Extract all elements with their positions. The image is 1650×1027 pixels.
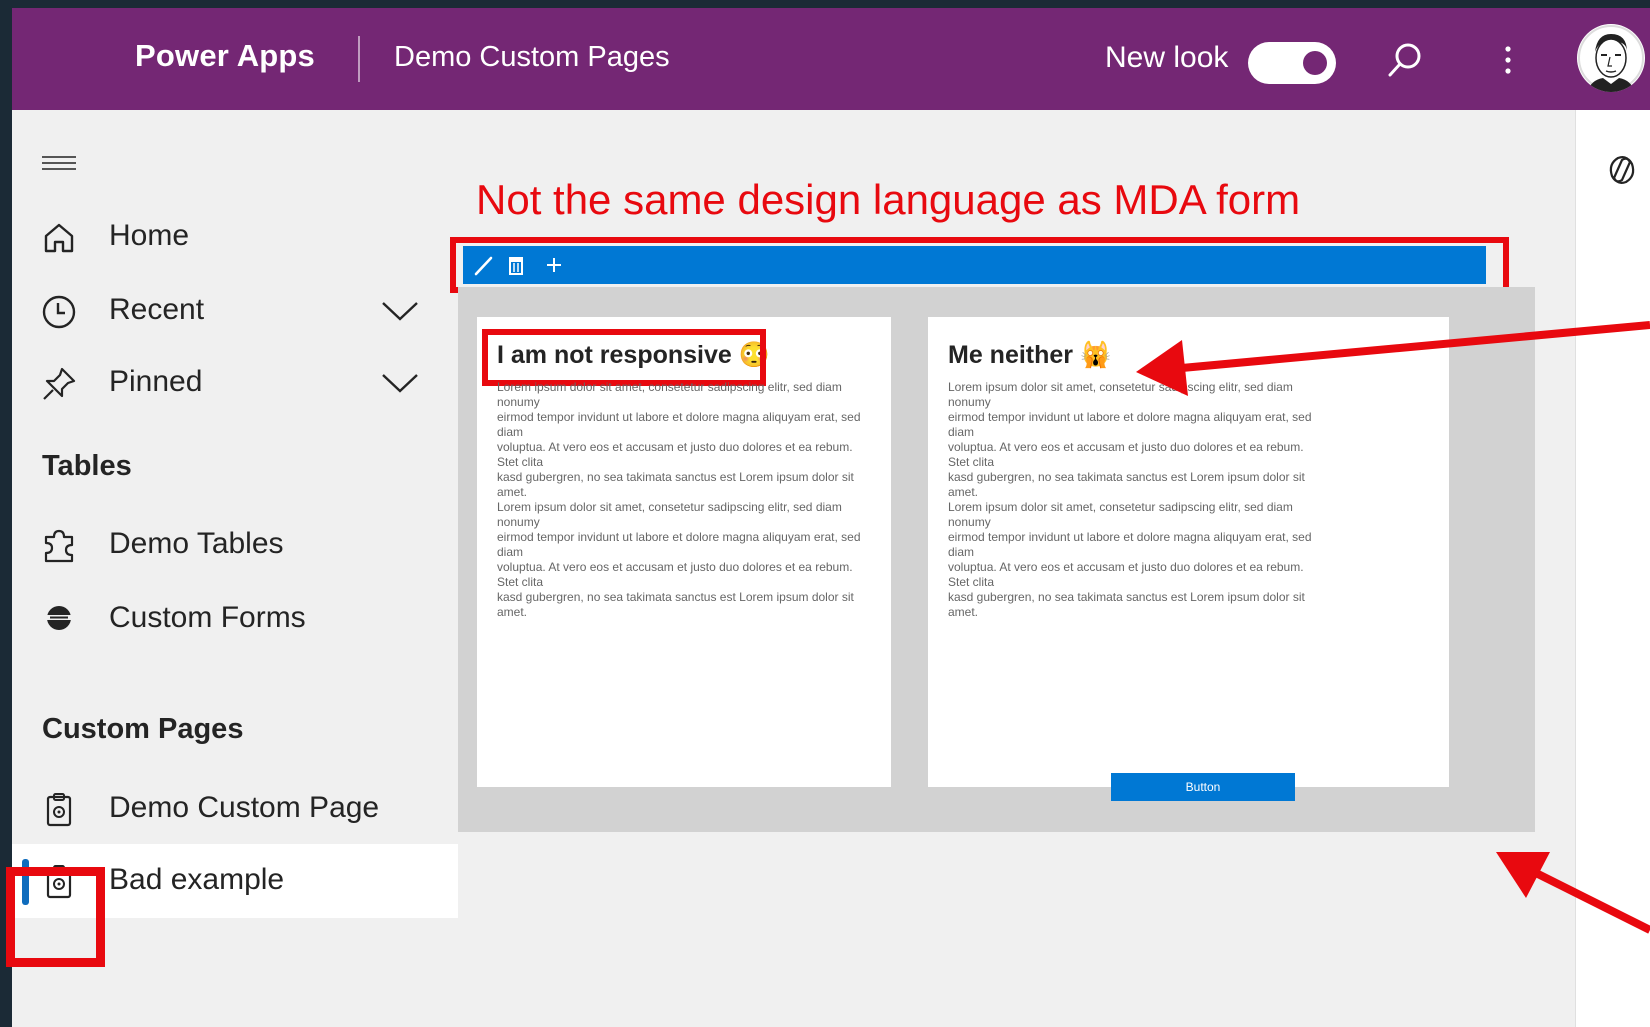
puzzle-icon [44,529,74,563]
text-line: Lorem ipsum dolor sit amet, consetetur s… [948,380,1293,409]
app-name[interactable]: Demo Custom Pages [394,41,670,74]
chevron-down-icon[interactable] [380,298,420,324]
text-line: eirmod tempor invidunt ut labore et dolo… [948,410,1312,439]
toggle-knob [1303,51,1327,75]
text-line: eirmod tempor invidunt ut labore et dolo… [497,410,861,439]
pin-icon [43,367,76,400]
sidebar-item-demo-custom-page[interactable]: Demo Custom Page [12,772,458,846]
copilot-button[interactable] [1602,150,1642,190]
sidebar-item-label: Pinned [109,365,203,398]
custom-page-canvas: I am not responsive 😳 Lorem ipsum dolor … [458,287,1535,832]
app-window: Power Apps Demo Custom Pages New look Ho… [12,8,1650,1027]
new-look-toggle[interactable] [1248,42,1336,84]
brand-title[interactable]: Power Apps [135,38,315,74]
sidebar-item-label: Demo Custom Page [109,791,380,824]
search-icon [1388,43,1421,77]
copilot-icon [1609,156,1635,184]
sidebar-item-home[interactable]: Home [12,200,458,274]
user-portrait-icon [1578,25,1644,92]
hamburger-icon [42,156,76,170]
text-line: voluptua. At vero eos et accusam et just… [948,560,1304,589]
sidebar-item-label: Custom Forms [109,601,306,634]
text-line: kasd gubergren, no sea takimata sanctus … [497,470,854,499]
card-body-text: Lorem ipsum dolor sit amet, consetetur s… [497,380,877,620]
home-icon [44,223,74,253]
globe-icon [44,606,74,630]
text-line: kasd gubergren, no sea takimata sanctus … [948,470,1305,499]
more-options-button[interactable] [1490,32,1526,88]
top-bar: Power Apps Demo Custom Pages New look [12,8,1650,110]
header-divider [358,36,360,82]
new-look-label: New look [1105,41,1229,74]
card-title: Me neither 🙀 [948,341,1112,369]
text-line: eirmod tempor invidunt ut labore et dolo… [948,530,1312,559]
right-rail [1575,110,1650,1027]
annotation-text: Not the same design language as MDA form [476,176,1301,223]
selected-item-highlight-box [6,867,105,967]
text-line: Lorem ipsum dolor sit amet, consetetur s… [497,500,842,529]
sidebar-item-label: Home [109,219,190,252]
search-button[interactable] [1382,32,1428,88]
sidebar-item-label: Bad example [109,863,285,896]
sidebar-item-custom-forms[interactable]: Custom Forms [12,582,458,656]
section-heading-custom-pages: Custom Pages [42,713,244,745]
sidebar-item-recent[interactable]: Recent [12,274,458,348]
sidebar-item-label: Demo Tables [109,527,284,560]
text-line: kasd gubergren, no sea takimata sanctus … [497,590,854,619]
text-line: voluptua. At vero eos et accusam et just… [497,440,853,469]
title-highlight-box [482,329,766,386]
sidebar-item-pinned[interactable]: Pinned [12,346,458,420]
text-line: Lorem ipsum dolor sit amet, consetetur s… [948,500,1293,529]
text-line: voluptua. At vero eos et accusam et just… [948,440,1304,469]
card-not-responsive: I am not responsive 😳 Lorem ipsum dolor … [477,317,891,787]
menu-toggle-button[interactable] [42,150,82,178]
card-action-button[interactable]: Button [1111,773,1295,801]
more-vertical-icon [1505,46,1511,74]
toolbar-highlight-box [450,237,1509,293]
user-avatar[interactable] [1577,24,1645,92]
sidebar-item-demo-tables[interactable]: Demo Tables [12,508,458,582]
text-line: voluptua. At vero eos et accusam et just… [497,560,853,589]
text-line: Lorem ipsum dolor sit amet, consetetur s… [497,380,842,409]
text-line: kasd gubergren, no sea takimata sanctus … [948,590,1305,619]
sidebar-item-label: Recent [109,293,205,326]
section-heading-tables: Tables [42,450,132,482]
main-content: Not the same design language as MDA form [450,110,1575,1027]
clock-icon [42,295,76,329]
chevron-down-icon[interactable] [380,370,420,396]
text-line: eirmod tempor invidunt ut labore et dolo… [497,530,861,559]
clipboard-gear-icon [46,793,72,827]
card-body-text: Lorem ipsum dolor sit amet, consetetur s… [948,380,1328,620]
card-me-neither: Me neither 🙀 Lorem ipsum dolor sit amet,… [928,317,1449,801]
